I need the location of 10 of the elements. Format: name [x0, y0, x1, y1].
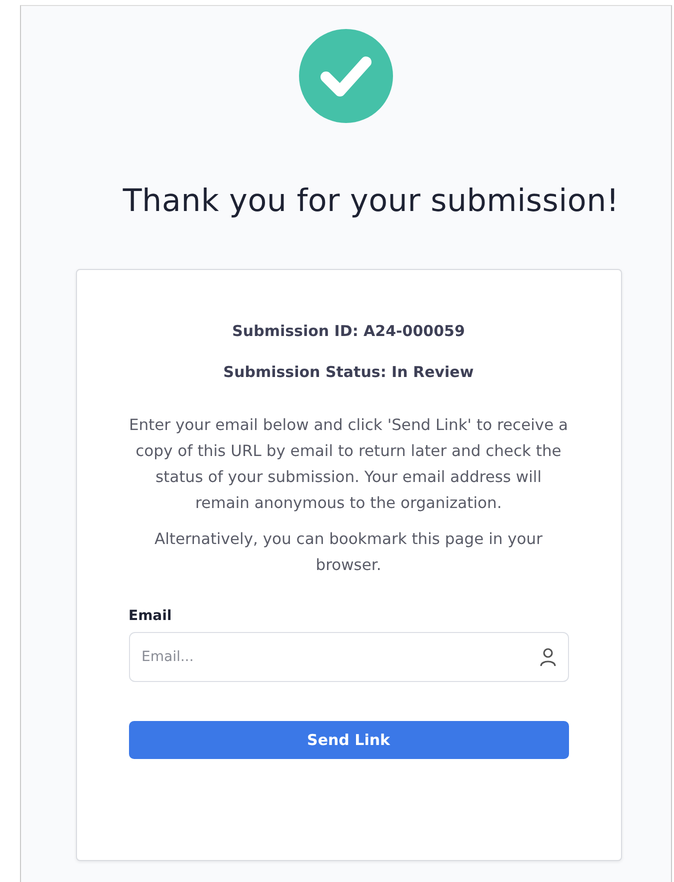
- person-icon: [538, 647, 556, 667]
- info-paragraph: Enter your email below and click 'Send Link' to receive a copy of this URL by email to return later and check the status of your submission. Your email address will remain anonymous to the organization.: [128, 415, 568, 514]
- info-paragraph: Alternatively, you can bookmark this page in your browser.: [154, 529, 544, 576]
- email-label: Email: [128, 608, 173, 624]
- submission-detail: Submission ID: A24-000059: [231, 322, 466, 340]
- submission-detail: Submission Status: In Review: [222, 363, 475, 381]
- success-check-icon: [299, 29, 393, 123]
- page-title: Thank you for your submission!: [122, 183, 620, 219]
- send-link-button[interactable]: Send Link: [128, 721, 568, 759]
- email-field[interactable]: Email...: [128, 632, 568, 682]
